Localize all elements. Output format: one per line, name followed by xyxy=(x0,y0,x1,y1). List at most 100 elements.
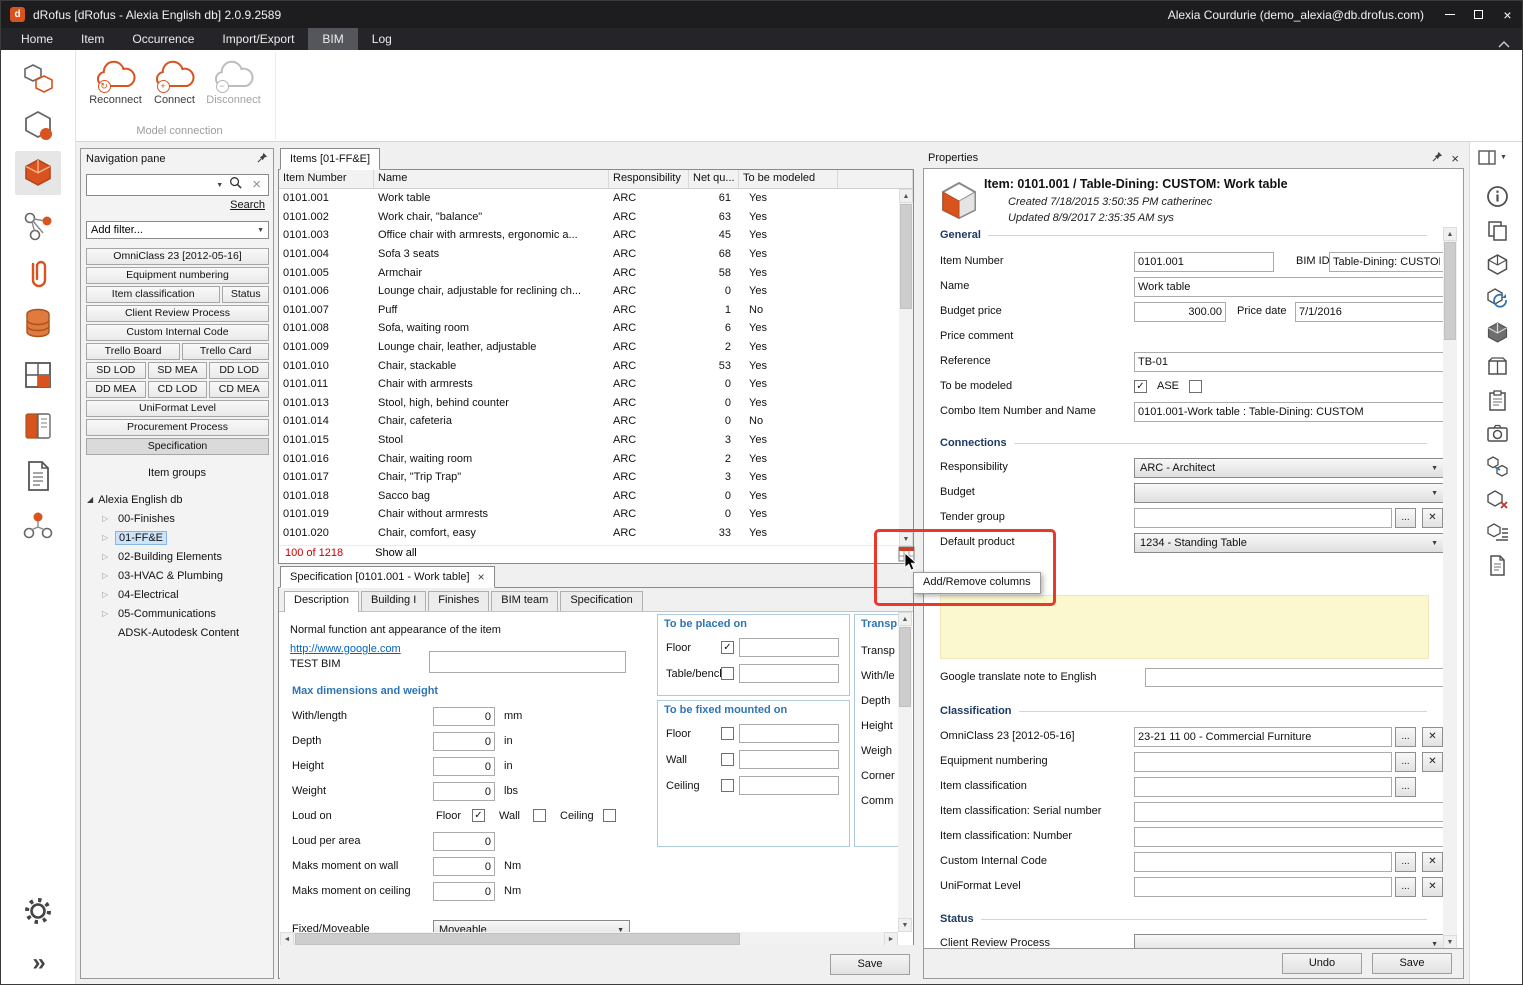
budget-dropdown[interactable]: ▼ xyxy=(1134,483,1444,503)
tree-item[interactable]: ADSK-Autodesk Content xyxy=(87,623,269,642)
menu-item-home[interactable]: Home xyxy=(7,28,67,50)
filter-button[interactable]: Status xyxy=(222,286,269,303)
menu-item-bim[interactable]: BIM xyxy=(308,28,357,50)
filter-button[interactable]: Custom Internal Code xyxy=(86,324,269,341)
item-classification-input[interactable] xyxy=(1134,777,1392,797)
fixed-on-wall-input[interactable] xyxy=(739,750,839,769)
minimize-button[interactable] xyxy=(1435,1,1464,28)
document-icon[interactable] xyxy=(1483,551,1511,579)
column-header[interactable]: Name xyxy=(374,170,609,188)
reference-input[interactable] xyxy=(1134,352,1444,372)
search-input[interactable] xyxy=(87,179,213,191)
classification-number-input[interactable] xyxy=(1134,827,1444,847)
loud-on-wall-checkbox[interactable] xyxy=(533,809,546,822)
uniformat-clear-button[interactable]: ✕ xyxy=(1422,877,1443,897)
table-row[interactable]: 0101.002Work chair, "balance"ARC63Yes xyxy=(279,208,913,227)
description-link[interactable]: http://www.google.com xyxy=(290,643,401,655)
menu-item-occurrence[interactable]: Occurrence xyxy=(118,28,208,50)
google-translate-input[interactable] xyxy=(1145,668,1444,687)
tree-collapsed-icon[interactable]: ▷ xyxy=(102,533,110,542)
table-row[interactable]: 0101.015StoolARC3Yes xyxy=(279,431,913,450)
table-row[interactable]: 0101.019Chair without armrestsARC0Yes xyxy=(279,505,913,524)
bim-sync-icon[interactable] xyxy=(1483,284,1511,312)
omniclass-browse-button[interactable]: ... xyxy=(1395,727,1416,747)
properties-scrollbar[interactable]: ▲ ▼ xyxy=(1443,227,1457,949)
omniclass-clear-button[interactable]: ✕ xyxy=(1422,727,1443,747)
clipboard-icon[interactable] xyxy=(1483,386,1511,414)
product-box-icon[interactable] xyxy=(1483,352,1511,380)
custom-internal-code-browse-button[interactable]: ... xyxy=(1395,852,1416,872)
search-link[interactable]: Search xyxy=(230,199,265,211)
name-input[interactable] xyxy=(1134,277,1444,297)
serial-number-input[interactable] xyxy=(1134,802,1444,822)
attachments-icon[interactable] xyxy=(15,253,61,297)
filter-button[interactable]: SD MEA xyxy=(148,362,208,379)
bim-solid-icon[interactable] xyxy=(1483,318,1511,346)
items-tab[interactable]: Items [01-FF&E] xyxy=(280,148,380,170)
undo-button[interactable]: Undo xyxy=(1282,953,1362,974)
with-length-input[interactable] xyxy=(433,707,495,726)
note-textarea[interactable] xyxy=(940,595,1429,659)
scrollbar-thumb[interactable] xyxy=(900,204,912,309)
menu-item-log[interactable]: Log xyxy=(358,28,406,50)
search-options-chevron-icon[interactable]: ▼ xyxy=(213,182,226,189)
panel-layout-icon[interactable]: ▼ xyxy=(1478,147,1518,167)
database-icon[interactable] xyxy=(15,301,61,345)
tender-group-input[interactable] xyxy=(1134,508,1392,528)
table-row[interactable]: 0101.001Work tableARC61Yes xyxy=(279,189,913,208)
tender-group-browse-button[interactable]: ... xyxy=(1395,508,1416,528)
tree-collapsed-icon[interactable]: ▷ xyxy=(102,609,110,618)
uniformat-input[interactable] xyxy=(1134,877,1392,897)
test-bim-input[interactable] xyxy=(429,651,626,673)
copy-properties-icon[interactable] xyxy=(1483,216,1511,244)
documents-icon[interactable] xyxy=(15,454,61,498)
table-row[interactable]: 0101.005ArmchairARC58Yes xyxy=(279,263,913,282)
placed-on-floor-checkbox[interactable] xyxy=(721,641,734,654)
scroll-up-icon[interactable]: ▲ xyxy=(1443,227,1457,241)
items-scrollbar[interactable]: ▲ ▼ xyxy=(899,189,913,546)
filter-button[interactable]: Trello Board xyxy=(86,343,180,360)
depth-input[interactable] xyxy=(433,732,495,751)
specification-tab[interactable]: Specification [0101.001 - Work table] × xyxy=(280,566,495,588)
column-header[interactable]: To be modeled xyxy=(739,170,838,188)
column-header[interactable]: Responsibility xyxy=(609,170,689,188)
settings-gear-icon[interactable] xyxy=(15,889,61,933)
fixed-on-ceiling-checkbox[interactable] xyxy=(721,779,734,792)
to-be-modeled-checkbox[interactable] xyxy=(1134,380,1147,393)
bim-models-icon[interactable] xyxy=(15,56,61,100)
unlink-model-icon[interactable] xyxy=(1483,485,1511,513)
subtab-bim-team[interactable]: BIM team xyxy=(491,591,558,611)
camera-icon[interactable] xyxy=(1483,419,1511,447)
spec-vscrollbar[interactable]: ▲ ▼ xyxy=(898,612,912,932)
column-header[interactable]: Item Number xyxy=(279,170,374,188)
responsibility-dropdown[interactable]: ARC - Architect▼ xyxy=(1134,458,1444,478)
rooms-icon[interactable] xyxy=(15,353,61,397)
scroll-up-icon[interactable]: ▲ xyxy=(899,189,913,203)
tree-collapsed-icon[interactable]: ▷ xyxy=(102,590,110,599)
filter-button[interactable]: Specification xyxy=(86,438,269,455)
filter-button[interactable]: Client Review Process xyxy=(86,305,269,322)
scroll-down-icon[interactable]: ▼ xyxy=(1443,935,1457,949)
subtab-description[interactable]: Description xyxy=(284,591,359,612)
tree-root[interactable]: ◢ Alexia English db xyxy=(87,490,269,509)
tree-collapsed-icon[interactable]: ▷ xyxy=(102,552,110,561)
filter-button[interactable]: DD MEA xyxy=(86,381,146,398)
custom-internal-code-input[interactable] xyxy=(1134,852,1392,872)
tree-collapsed-icon[interactable]: ▷ xyxy=(102,514,110,523)
item-number-input[interactable] xyxy=(1134,252,1274,272)
item-classification-browse-button[interactable]: ... xyxy=(1395,777,1416,797)
filter-button[interactable]: CD MEA xyxy=(209,381,269,398)
systems-icon[interactable] xyxy=(15,204,61,248)
pin-icon[interactable] xyxy=(257,152,268,166)
table-row[interactable]: 0101.004Sofa 3 seatsARC68Yes xyxy=(279,245,913,264)
pin-icon[interactable] xyxy=(1432,151,1443,165)
ase-checkbox[interactable] xyxy=(1189,380,1202,393)
loud-per-area-input[interactable] xyxy=(433,832,495,851)
filter-button[interactable]: OmniClass 23 [2012-05-16] xyxy=(86,248,269,265)
table-row[interactable]: 0101.017Chair, "Trip Trap"ARC3Yes xyxy=(279,468,913,487)
scrollbar-thumb[interactable] xyxy=(899,627,911,707)
filter-button[interactable]: DD LOD xyxy=(209,362,269,379)
placed-on-floor-input[interactable] xyxy=(739,638,839,657)
scroll-left-icon[interactable]: ◄ xyxy=(280,932,294,946)
uniformat-browse-button[interactable]: ... xyxy=(1395,877,1416,897)
